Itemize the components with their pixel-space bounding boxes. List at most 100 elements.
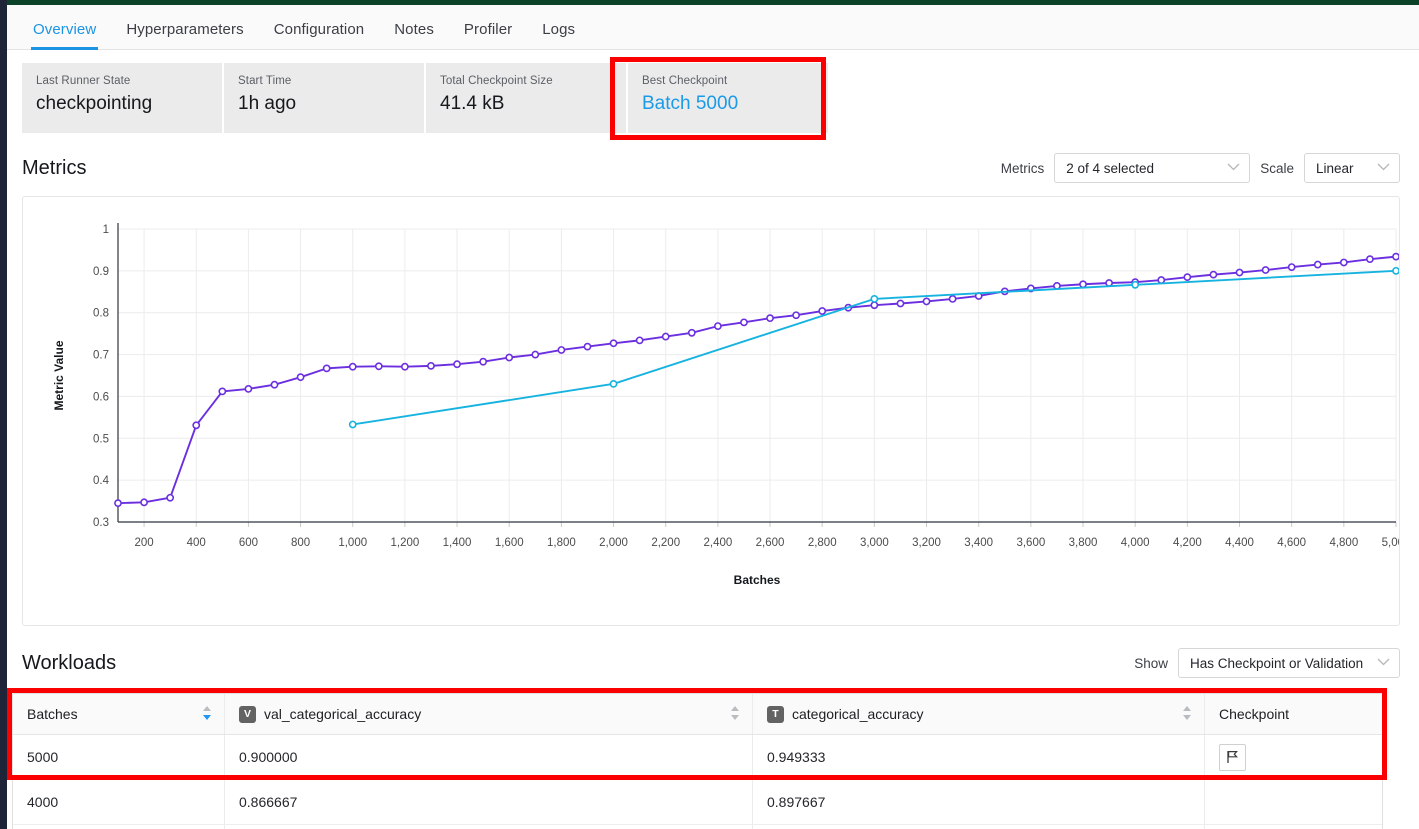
column-header-batches[interactable]: Batches [13,694,225,734]
cell-value: 0.900000 [239,749,298,765]
column-header-train[interactable]: Tcategorical_accuracy [753,694,1205,734]
column-header-label: val_categorical_accuracy [264,706,422,722]
data-point[interactable] [713,322,722,331]
tab-logs[interactable]: Logs [527,21,590,49]
data-point[interactable] [609,379,618,388]
data-point[interactable] [1157,276,1166,284]
metrics-controls: Metrics 2 of 4 selected Scale Linear [1001,153,1400,183]
data-point[interactable] [870,295,879,303]
tab-profiler[interactable]: Profiler [449,21,527,49]
sort-toggle-icon[interactable] [1183,705,1192,723]
data-point[interactable] [1287,263,1296,271]
data-point[interactable] [1183,273,1192,282]
metric-type-badge: T [767,705,784,723]
data-point[interactable] [1235,268,1244,277]
data-point[interactable] [583,342,592,351]
x-axis-tick-label: 1,400 [443,537,472,549]
card-value-link[interactable]: Batch 5000 [642,93,814,115]
data-point[interactable] [922,297,931,306]
data-point[interactable] [505,353,514,362]
data-point[interactable] [453,360,461,369]
tab-overview[interactable]: Overview [18,21,111,50]
data-point[interactable] [479,357,488,366]
flag-icon[interactable] [1219,743,1246,771]
sort-toggle-icon[interactable] [203,705,212,723]
data-point[interactable] [140,498,148,507]
tab-configuration[interactable]: Configuration [259,21,380,49]
summary-card-best-checkpoint[interactable]: Best Checkpoint Batch 5000 [628,63,828,133]
cell-value: 0.897667 [767,794,826,810]
column-header-val[interactable]: Vval_categorical_accuracy [225,694,753,734]
metrics-chart-card[interactable]: 0.3 0.4 0.5 0.6 0.7 0.8 0.9 1 200 400 600 800 1,000 1… [22,196,1400,626]
card-value: checkpointing [36,93,153,114]
metrics-line-chart[interactable]: 0.3 0.4 0.5 0.6 0.7 0.8 0.9 1 200 400 600 800 1,000 1… [23,197,1399,625]
data-point[interactable] [218,387,227,396]
tab-label: Logs [542,21,576,38]
tab-hyperparameters[interactable]: Hyperparameters [111,21,258,49]
x-axis-title: Batches [734,573,781,587]
metrics-select[interactable]: 2 of 4 selected [1054,153,1251,183]
data-point[interactable] [661,332,670,341]
table-row[interactable]: 4000 0.866667 0.897667 [13,780,1382,825]
data-point[interactable] [1131,280,1140,289]
data-point[interactable] [792,311,801,320]
show-filter-select[interactable]: Has Checkpoint or Validation [1178,648,1400,678]
x-axis-tick-label: 4,400 [1225,537,1254,549]
data-point[interactable] [948,295,957,303]
data-point[interactable] [609,339,618,348]
data-point[interactable] [400,362,409,371]
data-point[interactable] [1366,255,1374,264]
x-axis-tick-label: 1,800 [547,537,576,549]
y-axis-tick-label: 0.5 [93,433,109,445]
scale-select[interactable]: Linear [1304,153,1400,183]
y-axis-tick-label: 0.7 [93,350,109,362]
cell-val [225,825,753,829]
data-point[interactable] [1313,260,1322,269]
data-point[interactable] [296,373,305,382]
data-point[interactable] [1079,280,1087,289]
data-point[interactable] [818,307,827,315]
data-point[interactable] [244,384,253,393]
data-point[interactable] [1209,270,1218,279]
data-point[interactable] [348,362,357,371]
data-point[interactable] [1339,258,1348,267]
data-point[interactable] [166,493,175,502]
data-point[interactable] [192,421,201,430]
data-point[interactable] [270,380,279,389]
data-point[interactable] [766,314,774,323]
data-point[interactable] [635,336,644,345]
data-point[interactable] [1392,252,1399,261]
y-axis-tick-label: 0.9 [93,266,109,278]
sort-toggle-icon[interactable] [731,705,740,723]
data-point[interactable] [114,499,122,508]
tab-notes[interactable]: Notes [379,21,449,49]
data-point[interactable] [687,328,696,337]
data-point[interactable] [427,361,435,370]
data-point[interactable] [531,350,540,359]
x-axis-tick-label: 3,800 [1069,537,1098,549]
x-axis-tick-label: 4,000 [1121,537,1150,549]
metric-type-badge: V [239,705,256,723]
cell-train: 0.949333 [753,735,1205,779]
cell-batches: 5000 [13,735,225,779]
data-point[interactable] [896,299,905,308]
x-axis-tick-label: 2,000 [599,537,628,549]
data-point[interactable] [348,420,357,429]
tab-label: Configuration [273,21,365,38]
data-point[interactable] [374,362,383,371]
cell-train [753,825,1205,829]
card-value: 41.4 kB [440,93,505,114]
show-select-value: Has Checkpoint or Validation [1190,655,1364,671]
table-row[interactable]: 5000 0.900000 0.949333 [13,735,1382,780]
data-point[interactable] [557,346,566,354]
table-row[interactable]: 3000 [13,825,1382,829]
card-label: Best Checkpoint [642,75,728,87]
data-point[interactable] [322,364,331,373]
data-point[interactable] [1392,266,1399,275]
data-point[interactable] [740,318,748,327]
cell-checkpoint [1205,825,1382,829]
cell-checkpoint [1205,780,1382,824]
data-point[interactable] [870,301,879,310]
summary-card-start-time: Start Time 1h ago [224,63,424,133]
data-point[interactable] [1261,266,1270,274]
